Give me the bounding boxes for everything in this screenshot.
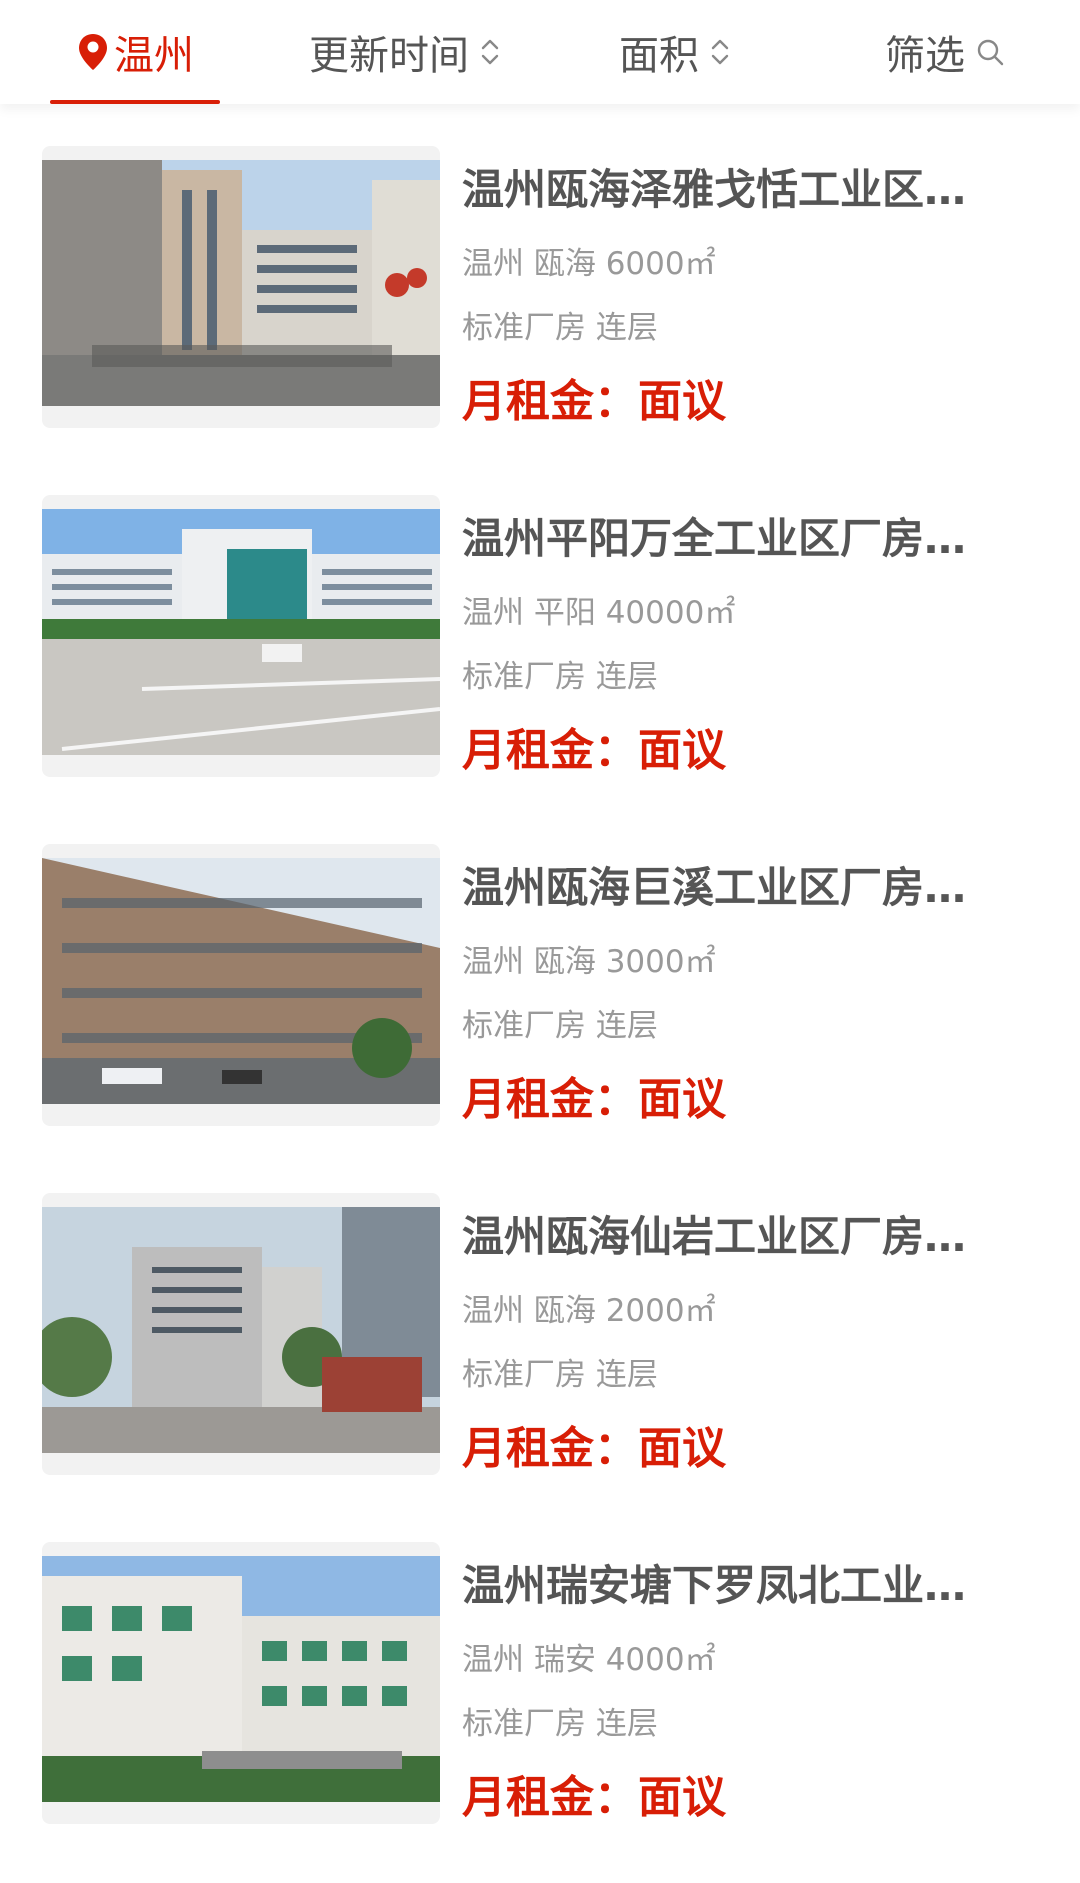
listing-tags: 标准厂房 连层 — [462, 310, 658, 346]
sort-updown-icon — [711, 39, 729, 65]
listing-rent: 月租金：面议 — [462, 1423, 726, 1474]
tab-filter[interactable]: 筛选 — [870, 0, 1020, 104]
listing-photo[interactable] — [42, 146, 440, 428]
listing-card[interactable]: 温州平阳万全工业区厂房… 温州 平阳 40000㎡ 标准厂房 连层 月租金：面议 — [0, 495, 1080, 785]
city-label: 温州 — [114, 33, 194, 79]
update-time-label: 更新时间 — [309, 33, 469, 79]
listing-photo[interactable] — [42, 495, 440, 777]
listing-tags: 标准厂房 连层 — [462, 659, 658, 695]
listing-rent: 月租金：面议 — [462, 376, 726, 427]
factory-photo — [42, 1207, 440, 1453]
listing-card[interactable]: 温州瓯海仙岩工业区厂房… 温州 瓯海 2000㎡ 标准厂房 连层 月租金：面议 — [0, 1193, 1080, 1483]
listing-tags: 标准厂房 连层 — [462, 1008, 658, 1044]
listing-photo[interactable] — [42, 1542, 440, 1824]
search-icon — [977, 39, 1004, 66]
listing-title[interactable]: 温州瓯海泽雅戈恬工业区… — [462, 162, 1007, 218]
listing-location-area: 温州 瓯海 2000㎡ — [462, 1293, 716, 1329]
listing-card[interactable]: 温州瓯海泽雅戈恬工业区… 温州 瓯海 6000㎡ 标准厂房 连层 月租金：面议 — [0, 146, 1080, 436]
listing-location-area: 温州 瑞安 4000㎡ — [462, 1642, 716, 1678]
area-label: 面积 — [619, 33, 699, 79]
factory-photo — [42, 160, 440, 406]
factory-photo — [42, 1556, 440, 1802]
active-tab-indicator — [50, 100, 220, 104]
listing-photo[interactable] — [42, 1193, 440, 1475]
listing-card[interactable]: 温州瓯海巨溪工业区厂房… 温州 瓯海 3000㎡ 标准厂房 连层 月租金：面议 — [0, 844, 1080, 1134]
listing-location-area: 温州 平阳 40000㎡ — [462, 595, 736, 631]
listing-title[interactable]: 温州瓯海仙岩工业区厂房… — [462, 1209, 1007, 1265]
filter-bar: 温州 更新时间 面积 筛选 — [0, 0, 1080, 104]
tab-city[interactable]: 温州 — [50, 0, 220, 104]
listing-rent: 月租金：面议 — [462, 1772, 726, 1823]
location-pin-icon — [79, 34, 107, 70]
listing-tags: 标准厂房 连层 — [462, 1357, 658, 1393]
listing-rent: 月租金：面议 — [462, 1074, 726, 1125]
listing-location-area: 温州 瓯海 3000㎡ — [462, 944, 716, 980]
listing-location-area: 温州 瓯海 6000㎡ — [462, 246, 716, 282]
tab-update-time[interactable]: 更新时间 — [290, 0, 520, 104]
listing-title[interactable]: 温州平阳万全工业区厂房… — [462, 511, 1007, 567]
sort-updown-icon — [481, 39, 499, 65]
listing-tags: 标准厂房 连层 — [462, 1706, 658, 1742]
listing-card[interactable]: 温州瑞安塘下罗凤北工业… 温州 瑞安 4000㎡ 标准厂房 连层 月租金：面议 — [0, 1542, 1080, 1832]
listing-title[interactable]: 温州瓯海巨溪工业区厂房… — [462, 860, 1007, 916]
factory-photo — [42, 509, 440, 755]
factory-photo — [42, 858, 440, 1104]
listing-title[interactable]: 温州瑞安塘下罗凤北工业… — [462, 1558, 1007, 1614]
filter-label: 筛选 — [885, 33, 965, 79]
listing-photo[interactable] — [42, 844, 440, 1126]
tab-area[interactable]: 面积 — [600, 0, 750, 104]
listing-rent: 月租金：面议 — [462, 725, 726, 776]
